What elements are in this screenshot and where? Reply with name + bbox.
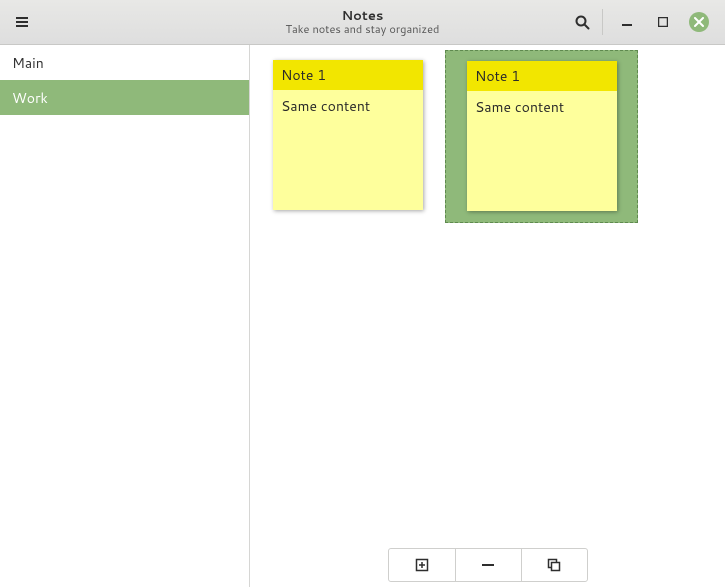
sidebar-item-label: Work bbox=[12, 88, 48, 108]
note-body: Same content bbox=[467, 91, 617, 211]
notes-content-area: Note 1 Same content Note 1 Same content bbox=[250, 45, 725, 587]
note-title: Note 1 bbox=[273, 60, 423, 90]
notes-toolbar bbox=[388, 548, 588, 582]
note[interactable]: Note 1 Same content bbox=[273, 60, 423, 210]
sidebar-item-work[interactable]: Work bbox=[0, 80, 249, 115]
search-button[interactable] bbox=[568, 8, 596, 36]
minimize-icon bbox=[622, 17, 632, 27]
note-body: Same content bbox=[273, 90, 423, 210]
hamburger-menu-button[interactable] bbox=[8, 8, 36, 36]
search-icon bbox=[574, 14, 590, 30]
duplicate-note-button[interactable] bbox=[521, 549, 587, 581]
group-sidebar: Main Work bbox=[0, 45, 250, 587]
close-icon bbox=[689, 12, 709, 32]
note-card[interactable]: Note 1 Same content bbox=[273, 60, 423, 210]
remove-note-icon bbox=[480, 557, 496, 573]
sidebar-item-main[interactable]: Main bbox=[0, 45, 249, 80]
add-note-icon bbox=[414, 557, 430, 573]
maximize-icon bbox=[658, 17, 668, 27]
duplicate-note-icon bbox=[546, 557, 562, 573]
notes-canvas[interactable]: Note 1 Same content Note 1 Same content bbox=[250, 45, 725, 587]
sidebar-item-label: Main bbox=[12, 53, 44, 73]
headerbar: Notes Take notes and stay organized bbox=[0, 0, 725, 45]
note-card-selected[interactable]: Note 1 Same content bbox=[445, 50, 638, 223]
add-note-button[interactable] bbox=[389, 549, 455, 581]
note[interactable]: Note 1 Same content bbox=[467, 61, 617, 211]
headerbar-separator bbox=[602, 9, 603, 35]
window-maximize-button[interactable] bbox=[651, 10, 675, 34]
remove-note-button[interactable] bbox=[455, 549, 521, 581]
window-minimize-button[interactable] bbox=[615, 10, 639, 34]
window-body: Main Work Note 1 Same content Note 1 Sam… bbox=[0, 45, 725, 587]
window-close-button[interactable] bbox=[687, 10, 711, 34]
note-title: Note 1 bbox=[467, 61, 617, 91]
hamburger-icon bbox=[14, 14, 30, 30]
